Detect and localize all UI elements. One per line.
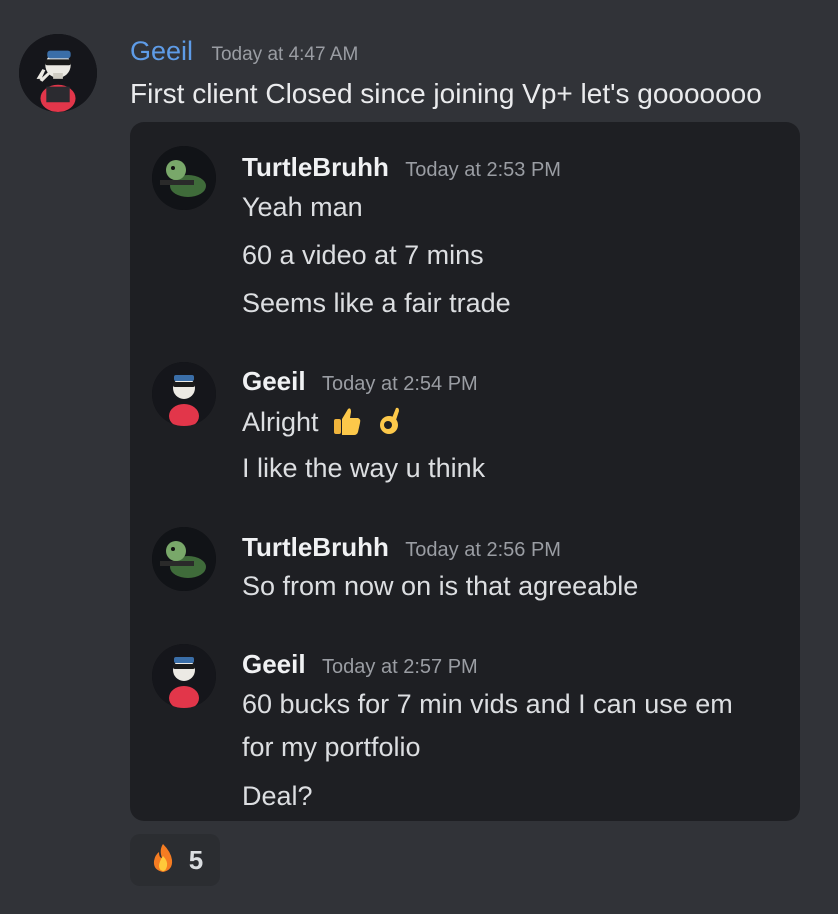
message-text: First client Closed since joining Vp+ le…: [130, 78, 762, 109]
quoted-timestamp: Today at 2:53 PM: [405, 159, 561, 181]
thumbs-up-icon: [330, 405, 362, 444]
quoted-author: TurtleBruhh: [242, 532, 389, 562]
reaction-count: 5: [188, 844, 204, 875]
message-header: Geeil Today at 4:47 AM: [130, 36, 358, 67]
quoted-author: Geeil: [242, 366, 306, 396]
turtle-avatar-icon: [152, 527, 216, 591]
message-timestamp[interactable]: Today at 4:47 AM: [211, 44, 358, 65]
quoted-line: Seems like a fair trade: [242, 288, 511, 318]
turtle-avatar-icon: [152, 146, 216, 210]
quoted-timestamp: Today at 2:54 PM: [322, 373, 478, 395]
quoted-line: 60 bucks for 7 min vids and I can use em: [242, 689, 733, 719]
skeleton-avatar-icon: [19, 34, 97, 112]
quoted-header: Geeil Today at 2:57 PM: [242, 649, 478, 680]
quoted-timestamp: Today at 2:56 PM: [405, 539, 561, 561]
skeleton-avatar-icon: [152, 362, 216, 426]
quoted-header: Geeil Today at 2:54 PM: [242, 366, 478, 397]
quoted-line: Deal?: [242, 781, 313, 811]
skeleton-avatar-icon: [152, 644, 216, 708]
quoted-line: I like the way u think: [242, 453, 486, 483]
quoted-avatar-turtle: [152, 146, 216, 210]
image-attachment[interactable]: TurtleBruhh Today at 2:53 PM Yeah man 60…: [130, 122, 800, 821]
quoted-line-text: Alright: [242, 407, 319, 437]
quoted-header: TurtleBruhh Today at 2:53 PM: [242, 152, 561, 183]
reaction-button[interactable]: 5: [130, 834, 220, 886]
ok-hand-icon: [374, 405, 406, 444]
quoted-avatar-skeleton: [152, 644, 216, 708]
fire-icon: [147, 842, 179, 879]
quoted-line: So from now on is that agreeable: [242, 571, 639, 601]
quoted-avatar-turtle: [152, 527, 216, 591]
quoted-line: for my portfolio: [242, 732, 421, 762]
author-avatar[interactable]: [19, 34, 97, 112]
quoted-line: Yeah man: [242, 192, 363, 222]
quoted-timestamp: Today at 2:57 PM: [322, 656, 478, 678]
quoted-header: TurtleBruhh Today at 2:56 PM: [242, 532, 561, 563]
quoted-line: 60 a video at 7 mins: [242, 240, 484, 270]
quoted-line-with-emoji: Alright: [242, 405, 406, 444]
quoted-author: TurtleBruhh: [242, 152, 389, 182]
author-name[interactable]: Geeil: [130, 36, 193, 66]
quoted-avatar-skeleton: [152, 362, 216, 426]
quoted-author: Geeil: [242, 649, 306, 679]
